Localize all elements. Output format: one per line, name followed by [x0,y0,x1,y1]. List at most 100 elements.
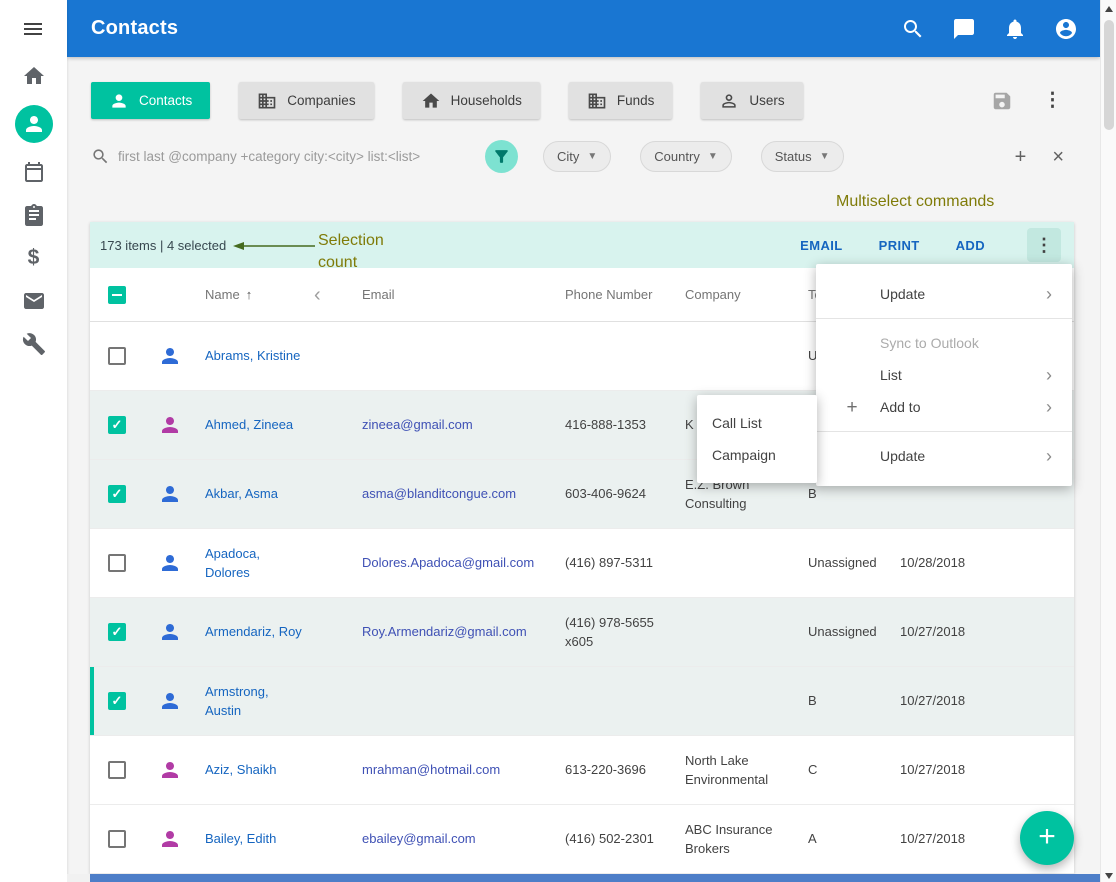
person-icon [22,112,46,136]
calendar-icon [22,160,46,184]
chevron-right-icon: › [1046,447,1052,465]
scroll-down-arrow[interactable] [1105,873,1113,879]
sort-ascending-icon: ↑ [246,287,253,302]
date-cell: 10/27/2018 [893,760,1074,780]
column-header-email[interactable]: Email [352,285,560,305]
chip-city[interactable]: City▼ [543,141,611,172]
topbar: Contacts [67,0,1100,57]
row-checkbox[interactable] [108,554,126,572]
phone-cell: 416-888-1353 [560,415,678,435]
contact-name-link[interactable]: Armstrong, Austin [205,682,304,721]
contact-name-link[interactable]: Ahmed, Zineea [205,415,304,435]
contact-name-link[interactable]: Apadoca, Dolores [205,544,304,583]
email-button[interactable]: EMAIL [800,238,842,253]
search-icon[interactable] [901,17,925,41]
table-row[interactable]: Armstrong, Austin B 10/27/2018 [90,667,1074,736]
sidebar-item-mail[interactable] [20,287,48,315]
chat-icon[interactable] [952,17,976,41]
add-contact-fab[interactable]: + [1020,811,1074,865]
contact-name-link[interactable]: Bailey, Edith [205,829,304,849]
sidebar-item-tasks[interactable] [20,201,48,229]
chip-status[interactable]: Status▼ [761,141,844,172]
phone-cell: (416) 897-5311 [560,553,678,573]
submenu-item-campaign[interactable]: Campaign [697,439,817,471]
company-cell: North Lake Environmental [678,751,800,790]
add-button[interactable]: ADD [956,238,985,253]
menu-item-add-to[interactable]: + Add to › [816,391,1072,423]
contact-name-link[interactable]: Armendariz, Roy [205,622,304,642]
column-header-name[interactable]: Name↑ [195,285,310,305]
row-checkbox[interactable] [108,416,126,434]
column-header-phone[interactable]: Phone Number [560,285,678,305]
search-row: City▼ Country▼ Status▼ + × [91,140,1074,173]
chevron-down-icon: ▼ [587,151,597,162]
search-input[interactable] [118,149,473,164]
print-button[interactable]: PRINT [879,238,920,253]
contact-email-link[interactable]: Roy.Armendariz@gmail.com [362,624,527,639]
table-row[interactable]: Apadoca, Dolores Dolores.Apadoca@gmail.c… [90,529,1074,598]
sidebar-nav: $ [0,62,67,358]
tab-companies[interactable]: Companies [239,82,373,119]
row-checkbox[interactable] [108,485,126,503]
chevron-right-icon: › [1046,366,1052,384]
notifications-bell-icon[interactable] [1003,17,1027,41]
row-checkbox[interactable] [108,623,126,641]
tab-households[interactable]: Households [403,82,540,119]
contact-email-link[interactable]: mrahman@hotmail.com [362,762,500,777]
date-cell: 10/27/2018 [893,622,1074,642]
home-icon [22,64,46,88]
phone-cell: (416) 978-5655 x605 [560,613,678,652]
funnel-icon [492,147,511,166]
chip-country[interactable]: Country▼ [640,141,731,172]
contact-name-link[interactable]: Aziz, Shaikh [205,760,304,780]
vertical-scrollbar[interactable] [1100,0,1116,882]
contact-name-link[interactable]: Akbar, Asma [205,484,304,504]
column-header-company[interactable]: Company [678,285,800,305]
company-cell: ABC Insurance Brokers [678,820,800,859]
table-row[interactable]: Armendariz, Roy Roy.Armendariz@gmail.com… [90,598,1074,667]
row-checkbox[interactable] [108,347,126,365]
sidebar-item-calendar[interactable] [20,158,48,186]
contact-email-link[interactable]: ebailey@gmail.com [362,831,476,846]
row-checkbox[interactable] [108,761,126,779]
contact-email-link[interactable]: asma@blanditcongue.com [362,486,516,501]
menu-item-list[interactable]: List › [816,359,1072,391]
plus-icon: + [840,398,864,417]
vertical-scrollbar-thumb[interactable] [1104,20,1114,130]
menu-item-update-bottom[interactable]: Update › [816,440,1072,472]
hamburger-menu-icon[interactable] [21,17,45,41]
contact-avatar-icon [158,689,182,713]
scroll-up-arrow[interactable] [1105,6,1113,12]
sidebar-item-billing[interactable]: $ [20,244,48,272]
add-filter-plus-icon[interactable]: + [1015,147,1027,167]
chevron-down-icon: ▼ [820,151,830,162]
row-checkbox[interactable] [108,830,126,848]
horizontal-scrollbar-thumb[interactable] [90,874,1100,882]
sidebar-item-tools[interactable] [20,330,48,358]
menu-item-update-top[interactable]: Update › [816,278,1072,310]
territory-cell: A [800,829,893,849]
contact-email-link[interactable]: zineea@gmail.com [362,417,473,432]
multiselect-kebab-icon[interactable]: ⋮ [1027,228,1061,262]
filter-button[interactable] [485,140,518,173]
chevron-down-icon: ▼ [708,151,718,162]
sidebar-item-home[interactable] [20,62,48,90]
collapse-column-icon[interactable]: ‹ [310,284,321,306]
save-icon[interactable] [991,90,1013,112]
view-more-kebab-icon[interactable]: ⋮ [1043,91,1062,110]
contact-email-link[interactable]: Dolores.Apadoca@gmail.com [362,555,534,570]
clear-search-close-icon[interactable]: × [1052,147,1064,167]
horizontal-scrollbar[interactable] [67,874,1100,882]
select-all-checkbox[interactable] [108,286,126,304]
row-checkbox[interactable] [108,692,126,710]
table-row[interactable]: Bailey, Edith ebailey@gmail.com (416) 50… [90,805,1074,874]
submenu-item-call-list[interactable]: Call List [697,407,817,439]
tab-contacts[interactable]: Contacts [91,82,210,119]
contact-name-link[interactable]: Abrams, Kristine [205,346,304,366]
tab-users[interactable]: Users [701,82,802,119]
account-icon[interactable] [1054,17,1078,41]
territory-cell: Unassigned [800,622,893,642]
tab-funds[interactable]: Funds [569,82,673,119]
sidebar-item-contacts[interactable] [15,105,53,143]
table-row[interactable]: Aziz, Shaikh mrahman@hotmail.com 613-220… [90,736,1074,805]
